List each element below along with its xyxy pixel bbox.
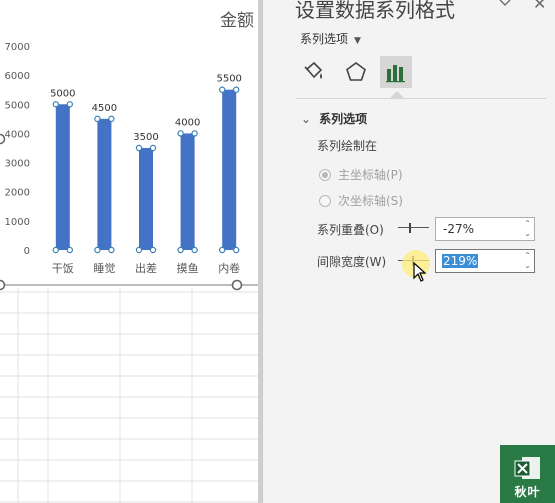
bar-selection-handle[interactable] bbox=[149, 246, 157, 254]
series-options-dropdown-label: 系列选项 bbox=[300, 32, 349, 46]
bar-摸鱼[interactable] bbox=[180, 133, 195, 250]
column-chart[interactable]: 0 1000 2000 3000 4000 5000 6000 7000 5000 干饭 4500 睡… bbox=[0, 0, 262, 292]
bar-selection-handle[interactable] bbox=[52, 246, 60, 254]
primary-axis-radio[interactable]: 主坐标轴(P) bbox=[319, 166, 403, 183]
bar-selection-handle[interactable] bbox=[66, 246, 74, 254]
bar-selection-handle[interactable] bbox=[108, 115, 115, 123]
series-options-dropdown[interactable]: 系列选项 ▼ bbox=[300, 30, 361, 47]
worksheet-area[interactable]: 0 1000 2000 3000 4000 5000 6000 7000 5000 干饭 4500 睡… bbox=[0, 0, 262, 503]
y-tick-label: 6000 bbox=[5, 71, 30, 82]
chevron-down-icon: ⌄ bbox=[301, 112, 312, 126]
x-tick-label: 干饭 bbox=[52, 262, 74, 275]
section-title: 系列选项 bbox=[319, 112, 368, 126]
chart-area-resize-handle[interactable] bbox=[231, 279, 243, 291]
bar-selection-handle[interactable] bbox=[135, 144, 143, 152]
watermark-badge: 秋叶 bbox=[500, 445, 555, 503]
series-overlap-value: -27% bbox=[443, 222, 475, 236]
fill-bucket-icon[interactable] bbox=[297, 56, 329, 88]
data-label: 3500 bbox=[133, 132, 158, 143]
bar-selection-handle[interactable] bbox=[177, 246, 184, 254]
primary-axis-label: 主坐标轴(P) bbox=[338, 168, 403, 182]
bar-selection-handle[interactable] bbox=[66, 101, 74, 108]
bar-内卷[interactable] bbox=[222, 89, 237, 250]
series-overlap-slider[interactable] bbox=[398, 223, 429, 233]
gap-width-value: 219% bbox=[442, 254, 479, 268]
bar-selection-handle[interactable] bbox=[218, 246, 226, 254]
spin-arrows-icon[interactable]: ⌃ ⌄ bbox=[524, 219, 531, 239]
bar-selection-handle[interactable] bbox=[191, 130, 198, 137]
tab-divider bbox=[296, 98, 546, 99]
data-label: 5000 bbox=[50, 88, 75, 99]
bar-selection-handle[interactable] bbox=[232, 246, 240, 254]
mouse-pointer-icon bbox=[413, 261, 427, 285]
data-label: 4000 bbox=[175, 117, 200, 128]
bar-selection-handle[interactable] bbox=[135, 246, 143, 254]
bar-selection-handle[interactable] bbox=[191, 246, 198, 254]
close-icon[interactable]: ✕ bbox=[533, 0, 546, 13]
pane-title: 设置数据系列格式 bbox=[295, 0, 455, 22]
data-label: 5500 bbox=[216, 74, 241, 85]
y-tick-label: 5000 bbox=[5, 100, 30, 111]
bar-睡觉[interactable] bbox=[97, 118, 112, 250]
spin-arrows-icon[interactable]: ⌃ ⌄ bbox=[524, 251, 531, 271]
chevron-down-icon[interactable] bbox=[499, 0, 511, 11]
bar-干饭[interactable] bbox=[55, 104, 70, 251]
x-tick-label: 摸鱼 bbox=[177, 261, 199, 275]
x-tick-label: 睡觉 bbox=[93, 262, 115, 275]
y-tick-label: 7000 bbox=[5, 42, 30, 53]
secondary-axis-label: 次坐标轴(S) bbox=[338, 194, 403, 208]
excel-icon bbox=[514, 457, 540, 479]
y-tick-label: 2000 bbox=[5, 188, 30, 199]
bar-selection-handle[interactable] bbox=[108, 246, 115, 254]
tab-pointer bbox=[390, 91, 404, 98]
watermark-text: 秋叶 bbox=[514, 485, 541, 499]
bar-selection-handle[interactable] bbox=[177, 130, 184, 137]
gap-width-input[interactable]: 219% ⌃ ⌄ bbox=[435, 249, 535, 273]
y-tick-label: 3000 bbox=[5, 159, 30, 170]
x-tick-label: 出差 bbox=[135, 261, 157, 275]
chart-area-resize-handle[interactable] bbox=[0, 279, 6, 291]
data-label: 4500 bbox=[92, 103, 117, 114]
series-overlap-input[interactable]: -27% ⌃ ⌄ bbox=[435, 217, 535, 241]
y-tick-label: 1000 bbox=[5, 217, 30, 228]
bar-selection-handle[interactable] bbox=[94, 246, 101, 254]
y-tick-label: 0 bbox=[24, 246, 30, 257]
pentagon-icon[interactable] bbox=[340, 56, 372, 88]
bar-selection-handle[interactable] bbox=[52, 101, 60, 108]
cell-grid[interactable] bbox=[0, 288, 262, 503]
radio-selected-icon bbox=[319, 168, 331, 181]
radio-empty-icon bbox=[319, 194, 331, 207]
bar-selection-handle[interactable] bbox=[149, 144, 157, 152]
bar-出差[interactable] bbox=[139, 148, 153, 250]
chart-title[interactable]: 金额 bbox=[220, 6, 254, 31]
secondary-axis-radio[interactable]: 次坐标轴(S) bbox=[319, 192, 403, 209]
bar-selection-handle[interactable] bbox=[218, 86, 226, 93]
gap-width-label: 间隙宽度(W) bbox=[317, 255, 387, 269]
bar-chart-icon[interactable] bbox=[380, 56, 412, 88]
x-tick-label: 内卷 bbox=[218, 261, 240, 275]
caret-down-icon: ▼ bbox=[354, 36, 361, 46]
bar-selection-handle[interactable] bbox=[232, 86, 240, 93]
series-overlap-label: 系列重叠(O) bbox=[317, 223, 384, 237]
y-tick-label: 4000 bbox=[5, 129, 30, 140]
plot-series-on-label: 系列绘制在 bbox=[317, 139, 378, 153]
bar-selection-handle[interactable] bbox=[94, 115, 101, 123]
series-options-section-header[interactable]: ⌄ 系列选项 bbox=[301, 110, 367, 127]
